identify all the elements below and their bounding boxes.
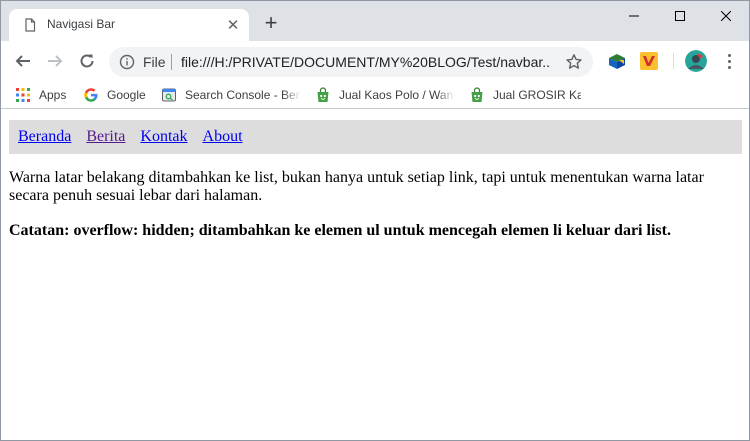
- bookmark-jual-grosir-kaos[interactable]: Jual GROSIR Kaos 3D: [469, 85, 581, 105]
- window-close-button[interactable]: [703, 1, 749, 31]
- info-icon[interactable]: [119, 54, 135, 70]
- tab-navigasi-bar[interactable]: Navigasi Bar ✕: [9, 9, 249, 41]
- search-console-icon: [162, 88, 176, 102]
- bookmark-label: Apps: [39, 88, 67, 102]
- profile-avatar[interactable]: [685, 50, 707, 72]
- document-icon: [25, 18, 36, 32]
- tab-title: Navigasi Bar: [47, 17, 116, 31]
- download-manager-extension-icon[interactable]: [607, 51, 627, 71]
- menu-dot-icon: [727, 53, 731, 57]
- note-paragraph: Catatan: overflow: hidden; ditambahkan k…: [9, 222, 671, 239]
- nav-link-about[interactable]: About: [203, 128, 243, 146]
- tab-close-icon[interactable]: ✕: [225, 17, 241, 34]
- bookmark-label: Jual GROSIR Kaos 3D: [493, 88, 581, 102]
- browser-menu-button[interactable]: [717, 49, 741, 73]
- minimize-icon: [629, 15, 639, 17]
- new-tab-button[interactable]: +: [259, 12, 283, 36]
- bookmark-apps[interactable]: Apps: [15, 85, 66, 105]
- bookmark-jual-kaos-polo[interactable]: Jual Kaos Polo / Wang: [315, 85, 455, 105]
- vimeo-style-extension-icon[interactable]: [639, 51, 659, 71]
- bookmark-fade: [437, 85, 455, 105]
- bookmark-fade: [283, 85, 301, 105]
- nav-link-beranda[interactable]: Beranda: [18, 128, 71, 146]
- url-text[interactable]: file:///H:/PRIVATE/DOCUMENT/MY%20BLOG/Te…: [181, 54, 551, 70]
- browser-window: Navigasi Bar ✕ + File file:///H:/PRIVATE…: [0, 0, 750, 441]
- navbar: Beranda Berita Kontak About: [9, 120, 742, 154]
- google-icon: [84, 88, 98, 102]
- apps-grid-icon: [16, 88, 30, 102]
- reload-icon: [80, 54, 94, 68]
- nav-link-kontak[interactable]: Kontak: [140, 128, 187, 146]
- toolbar-separator: [673, 53, 674, 69]
- bookmark-star-icon[interactable]: [565, 53, 583, 71]
- bookmark-google[interactable]: Google: [83, 85, 146, 105]
- omnibox-divider: [171, 54, 172, 70]
- arrow-right-icon: [48, 55, 63, 67]
- close-icon: [721, 11, 731, 21]
- address-bar[interactable]: File file:///H:/PRIVATE/DOCUMENT/MY%20BL…: [109, 47, 593, 77]
- reload-button[interactable]: [73, 47, 101, 75]
- tab-strip: Navigasi Bar ✕ +: [1, 1, 749, 41]
- browser-toolbar: File file:///H:/PRIVATE/DOCUMENT/MY%20BL…: [1, 41, 749, 81]
- maximize-icon: [675, 11, 685, 21]
- page-content: Beranda Berita Kontak About Warna latar …: [1, 110, 749, 440]
- nav-link-berita[interactable]: Berita: [86, 128, 125, 146]
- menu-dot-icon: [727, 59, 731, 63]
- shop-bag-icon: [471, 87, 483, 102]
- bookmark-label: Google: [107, 88, 146, 102]
- maximize-button[interactable]: [657, 1, 703, 31]
- minimize-button[interactable]: [611, 1, 657, 31]
- forward-button[interactable]: [41, 47, 69, 75]
- shop-bag-icon: [317, 87, 329, 102]
- menu-dot-icon: [727, 65, 731, 69]
- back-button[interactable]: [9, 47, 37, 75]
- scheme-label: File: [143, 54, 166, 70]
- arrow-left-icon: [15, 55, 30, 67]
- description-paragraph: Warna latar belakang ditambahkan ke list…: [9, 169, 704, 204]
- bookmark-search-console[interactable]: Search Console - Bera: [161, 85, 301, 105]
- bookmarks-bar: Apps Google Search Console - Bera Jual K…: [1, 81, 749, 109]
